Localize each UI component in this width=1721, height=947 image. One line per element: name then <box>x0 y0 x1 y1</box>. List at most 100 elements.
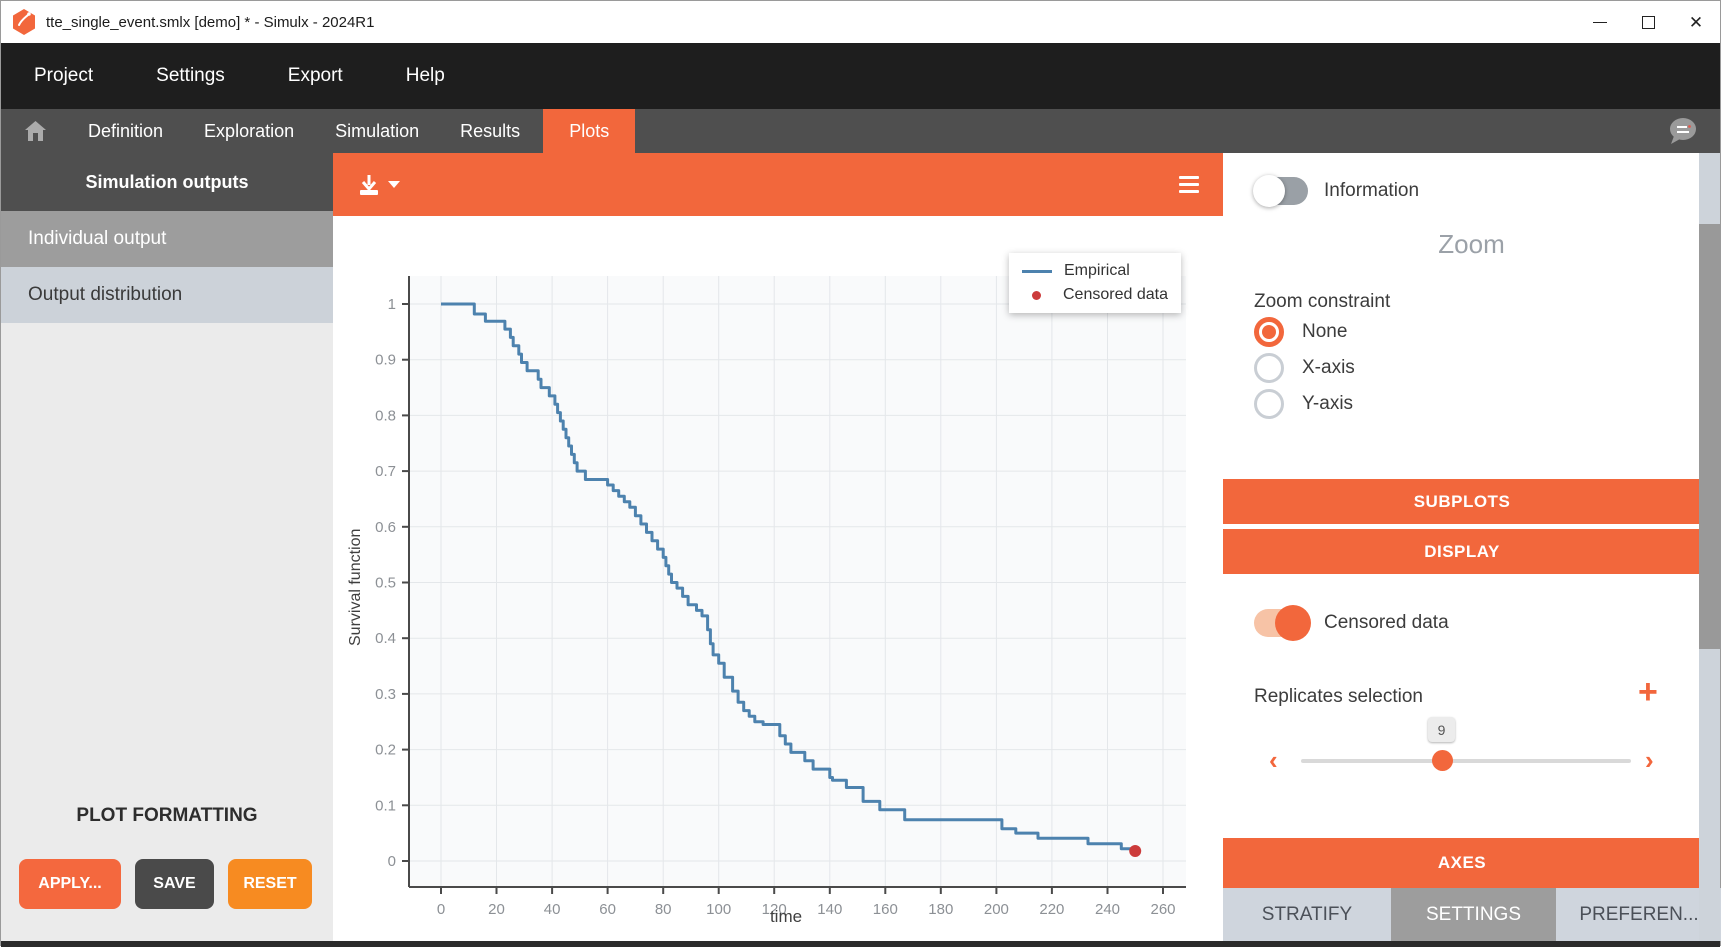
x-tick-label: 240 <box>1095 901 1120 918</box>
information-toggle[interactable] <box>1254 177 1308 205</box>
settings-bottom-tabs: STRATIFY SETTINGS PREFEREN... <box>1223 888 1721 941</box>
censored-data-label: Censored data <box>1324 612 1449 634</box>
radio-none-icon[interactable] <box>1254 317 1284 347</box>
replicate-slider-value: 9 <box>1428 717 1455 742</box>
y-tick-label: 0.8 <box>375 407 396 424</box>
tab-exploration[interactable]: Exploration <box>204 121 294 142</box>
slider-previous-button[interactable]: ‹ <box>1269 747 1278 773</box>
x-axis-label: time <box>686 907 886 927</box>
feedback-button[interactable] <box>1666 116 1698 151</box>
home-button[interactable] <box>24 120 47 142</box>
minimize-icon <box>1593 22 1607 23</box>
sidebar-item-output-distribution[interactable]: Output distribution <box>1 267 333 323</box>
window-bottom-edge <box>1 941 1720 947</box>
zoom-constraint-x-axis[interactable]: X-axis <box>1254 353 1355 383</box>
menu-bar: Project Settings Export Help <box>1 43 1720 109</box>
survival-chart[interactable]: 02040608010012014016018020022024026000.1… <box>333 216 1223 941</box>
empirical-line-swatch <box>1022 270 1052 273</box>
menu-help[interactable]: Help <box>406 65 445 87</box>
plot-background <box>409 276 1186 887</box>
tab-stratify[interactable]: STRATIFY <box>1223 888 1391 941</box>
tab-definition[interactable]: Definition <box>88 121 163 142</box>
y-tick-label: 0.5 <box>375 575 396 592</box>
plot-menu-button[interactable] <box>1179 176 1199 193</box>
plots-sidebar: Simulation outputs Individual output Out… <box>1 153 333 941</box>
close-icon: ✕ <box>1689 14 1703 31</box>
y-tick-label: 0.1 <box>375 797 396 814</box>
menu-export[interactable]: Export <box>288 65 343 87</box>
zoom-section-title: Zoom <box>1223 229 1720 260</box>
caret-down-icon <box>388 181 400 188</box>
y-tick-label: 0.3 <box>375 686 396 703</box>
y-tick-label: 0.4 <box>375 630 396 647</box>
save-button[interactable]: SAVE <box>135 859 214 909</box>
title-bar: tte_single_event.smlx [demo] * - Simulx … <box>1 1 1720 43</box>
zoom-constraint-label: Zoom constraint <box>1254 291 1390 313</box>
x-tick-label: 40 <box>544 901 561 918</box>
y-tick-label: 0.2 <box>375 742 396 759</box>
x-tick-label: 20 <box>488 901 505 918</box>
legend-item-censored: Censored data <box>1022 286 1168 304</box>
menu-project[interactable]: Project <box>34 65 93 87</box>
y-tick-label: 0.9 <box>375 352 396 369</box>
x-tick-label: 80 <box>655 901 672 918</box>
tab-settings[interactable]: SETTINGS <box>1391 888 1556 941</box>
y-tick-label: 0.7 <box>375 463 396 480</box>
tab-results[interactable]: Results <box>460 121 520 142</box>
legend-item-empirical: Empirical <box>1022 262 1168 280</box>
x-tick-label: 180 <box>928 901 953 918</box>
plot-formatting-title: PLOT FORMATTING <box>1 805 333 827</box>
x-tick-label: 260 <box>1150 901 1175 918</box>
y-tick-label: 0 <box>388 853 396 870</box>
menu-settings[interactable]: Settings <box>156 65 225 87</box>
sidebar-header: Simulation outputs <box>1 153 333 211</box>
subplots-section-button[interactable]: SUBPLOTS <box>1223 479 1701 524</box>
simulx-logo-icon <box>12 9 36 35</box>
download-icon <box>357 174 381 196</box>
plot-toolbar <box>333 153 1223 216</box>
censored-data-toggle[interactable] <box>1254 609 1308 637</box>
close-button[interactable]: ✕ <box>1672 1 1720 43</box>
legend-label-empirical: Empirical <box>1064 262 1130 280</box>
x-tick-label: 220 <box>1039 901 1064 918</box>
maximize-button[interactable] <box>1624 1 1672 43</box>
main-tab-bar: Definition Exploration Simulation Result… <box>1 109 1720 153</box>
maximize-icon <box>1642 16 1655 29</box>
scrollbar-thumb[interactable] <box>1699 224 1720 649</box>
replicate-slider-thumb[interactable] <box>1432 750 1453 771</box>
tab-preferences[interactable]: PREFEREN... <box>1556 888 1721 941</box>
radio-y-axis-label: Y-axis <box>1302 393 1353 415</box>
zoom-constraint-y-axis[interactable]: Y-axis <box>1254 389 1353 419</box>
sidebar-item-individual-output[interactable]: Individual output <box>1 211 333 267</box>
apply-button[interactable]: APPLY... <box>19 859 121 909</box>
settings-panel: Information Zoom Zoom constraint None X-… <box>1223 153 1720 941</box>
radio-y-axis-icon[interactable] <box>1254 389 1284 419</box>
y-tick-label: 0.6 <box>375 519 396 536</box>
legend-label-censored: Censored data <box>1063 286 1168 304</box>
radio-none-label: None <box>1302 321 1347 343</box>
window-title: tte_single_event.smlx [demo] * - Simulx … <box>46 14 374 31</box>
add-replicate-button[interactable]: + <box>1638 675 1658 709</box>
display-section-button[interactable]: DISPLAY <box>1223 529 1701 574</box>
radio-x-axis-label: X-axis <box>1302 357 1355 379</box>
y-tick-label: 1 <box>388 296 396 313</box>
menu-icon <box>1179 176 1199 179</box>
information-label: Information <box>1324 180 1419 202</box>
download-menu-button[interactable] <box>357 174 400 196</box>
reset-button[interactable]: RESET <box>228 859 312 909</box>
replicate-slider-track[interactable] <box>1301 759 1631 763</box>
tab-simulation[interactable]: Simulation <box>335 121 419 142</box>
tab-plots[interactable]: Plots <box>543 109 635 153</box>
slider-next-button[interactable]: › <box>1645 747 1654 773</box>
zoom-constraint-none[interactable]: None <box>1254 317 1347 347</box>
minimize-button[interactable] <box>1576 1 1624 43</box>
settings-scrollbar[interactable] <box>1699 153 1720 941</box>
censored-data-point <box>1129 845 1141 857</box>
chart-legend: Empirical Censored data <box>1009 253 1181 313</box>
x-tick-label: 60 <box>599 901 616 918</box>
survival-plot-panel: 02040608010012014016018020022024026000.1… <box>333 216 1223 941</box>
x-tick-label: 0 <box>437 901 445 918</box>
radio-x-axis-icon[interactable] <box>1254 353 1284 383</box>
y-axis-label: Survival function <box>347 529 365 646</box>
axes-section-button[interactable]: AXES <box>1223 838 1701 888</box>
